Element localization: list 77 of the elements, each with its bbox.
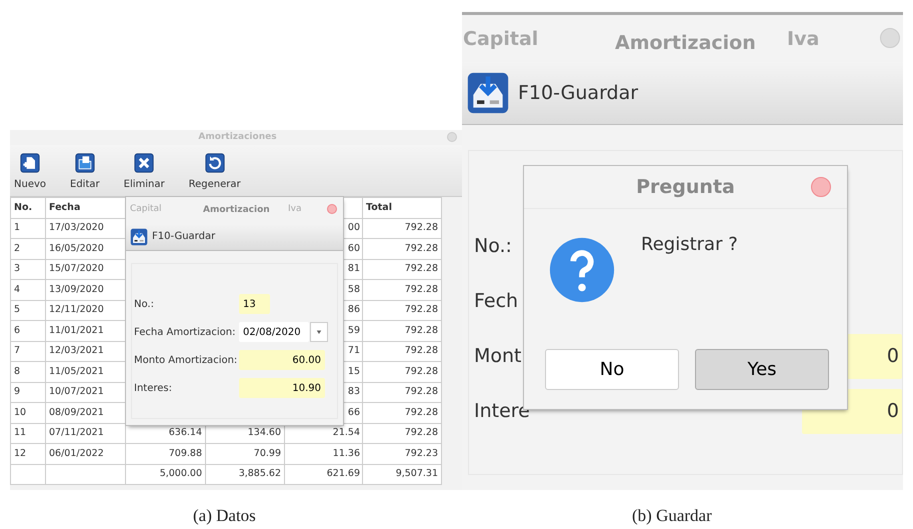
ghost-column-header: Iva [288,203,302,216]
field-label: Interes: [134,382,173,396]
table-cell: 792.28 [362,341,442,362]
field-label: No.: [134,298,155,312]
table-cell: 4 [10,280,46,300]
table-cell: 792.28 [362,259,442,280]
column-header: No. [10,198,46,218]
table-cell: 621.69 [284,464,362,484]
table-cell: 9,507.31 [362,464,442,484]
table-cell: 792.28 [362,238,442,259]
table-cell: 792.28 [362,423,442,444]
field-label: Intere [474,399,530,424]
folder-icon [74,153,95,173]
toolbar-button[interactable]: Nuevo [10,153,50,192]
input-field[interactable]: 60.00 [239,350,325,370]
table-cell: 792.28 [362,362,442,382]
table-cell: 5 [10,300,46,320]
save-icon [466,71,510,115]
dialog-button[interactable]: No [545,349,679,390]
table-cell: 6 [10,320,46,341]
save-icon [130,228,148,246]
table-cell: 70.99 [206,444,284,464]
table-cell: 792.28 [362,320,442,341]
toolbar-button[interactable]: Editar [66,153,104,192]
dialog-button[interactable]: Yes [695,349,829,390]
table-cell: 3,885.62 [206,464,284,484]
ghost-column-header: Capital [463,27,538,52]
table-cell: 1 [10,218,46,238]
dialog-message: Registrar ? [641,233,738,257]
toolbar-button[interactable]: Regenerar [184,153,245,192]
ghost-column-header: Capital [130,203,162,216]
table-cell: 792.28 [362,300,442,320]
window-title: Amortizacion [615,31,756,56]
table-cell: 792.28 [362,402,442,423]
caret-icon [315,329,323,335]
table-cell: 8 [10,362,46,382]
close-icon [134,153,154,173]
table-cell: 11 [10,423,46,444]
column-header: Total [362,198,442,218]
table-cell: 06/01/2022 [46,444,126,464]
table-cell: 10 [10,402,46,423]
table-cell: 792.28 [362,382,442,402]
input-field[interactable]: 02/08/2020 [239,322,309,342]
field-label: Fecha Amortizacion: [134,326,236,340]
table-cell: 7 [10,341,46,362]
window-title: Amortizaciones [198,130,277,144]
input-field[interactable]: 10.90 [239,378,325,398]
table-cell: 792.28 [362,218,442,238]
table-cell: 792.28 [362,280,442,300]
refresh-icon [204,153,225,173]
dialog-close-button[interactable] [811,177,831,197]
document-icon [20,153,40,173]
field-label: Fech [474,289,518,314]
table-cell: 3 [10,259,46,280]
question-icon [547,235,617,305]
field-label: Monto Amortizacion: [134,354,238,368]
ghost-column-header: Iva [787,27,820,52]
table-cell: 792.23 [362,444,442,464]
dialog-close-button[interactable] [327,204,337,214]
table-cell: 5,000.00 [126,464,206,484]
toolbar-button[interactable]: Eliminar [120,153,169,192]
table-cell: 11.36 [284,444,362,464]
window-close-button[interactable] [447,132,457,142]
table-cell: 9 [10,382,46,402]
table-cell: 07/11/2021 [46,423,126,444]
field-label: No.: [474,234,512,260]
window-close-button[interactable] [880,28,900,48]
figure-caption: (b) Guardar [632,505,712,527]
input-field[interactable]: 13 [239,294,270,314]
table-cell: 2 [10,238,46,259]
table-cell: 709.88 [126,444,206,464]
table-cell: 12 [10,444,46,464]
dialog-title: Pregunta [636,174,735,200]
field-label: Mont [474,344,522,370]
figure-caption: (a) Datos [193,505,256,527]
dialog-title: Amortizacion [203,204,270,217]
dropdown-button[interactable] [310,322,328,342]
